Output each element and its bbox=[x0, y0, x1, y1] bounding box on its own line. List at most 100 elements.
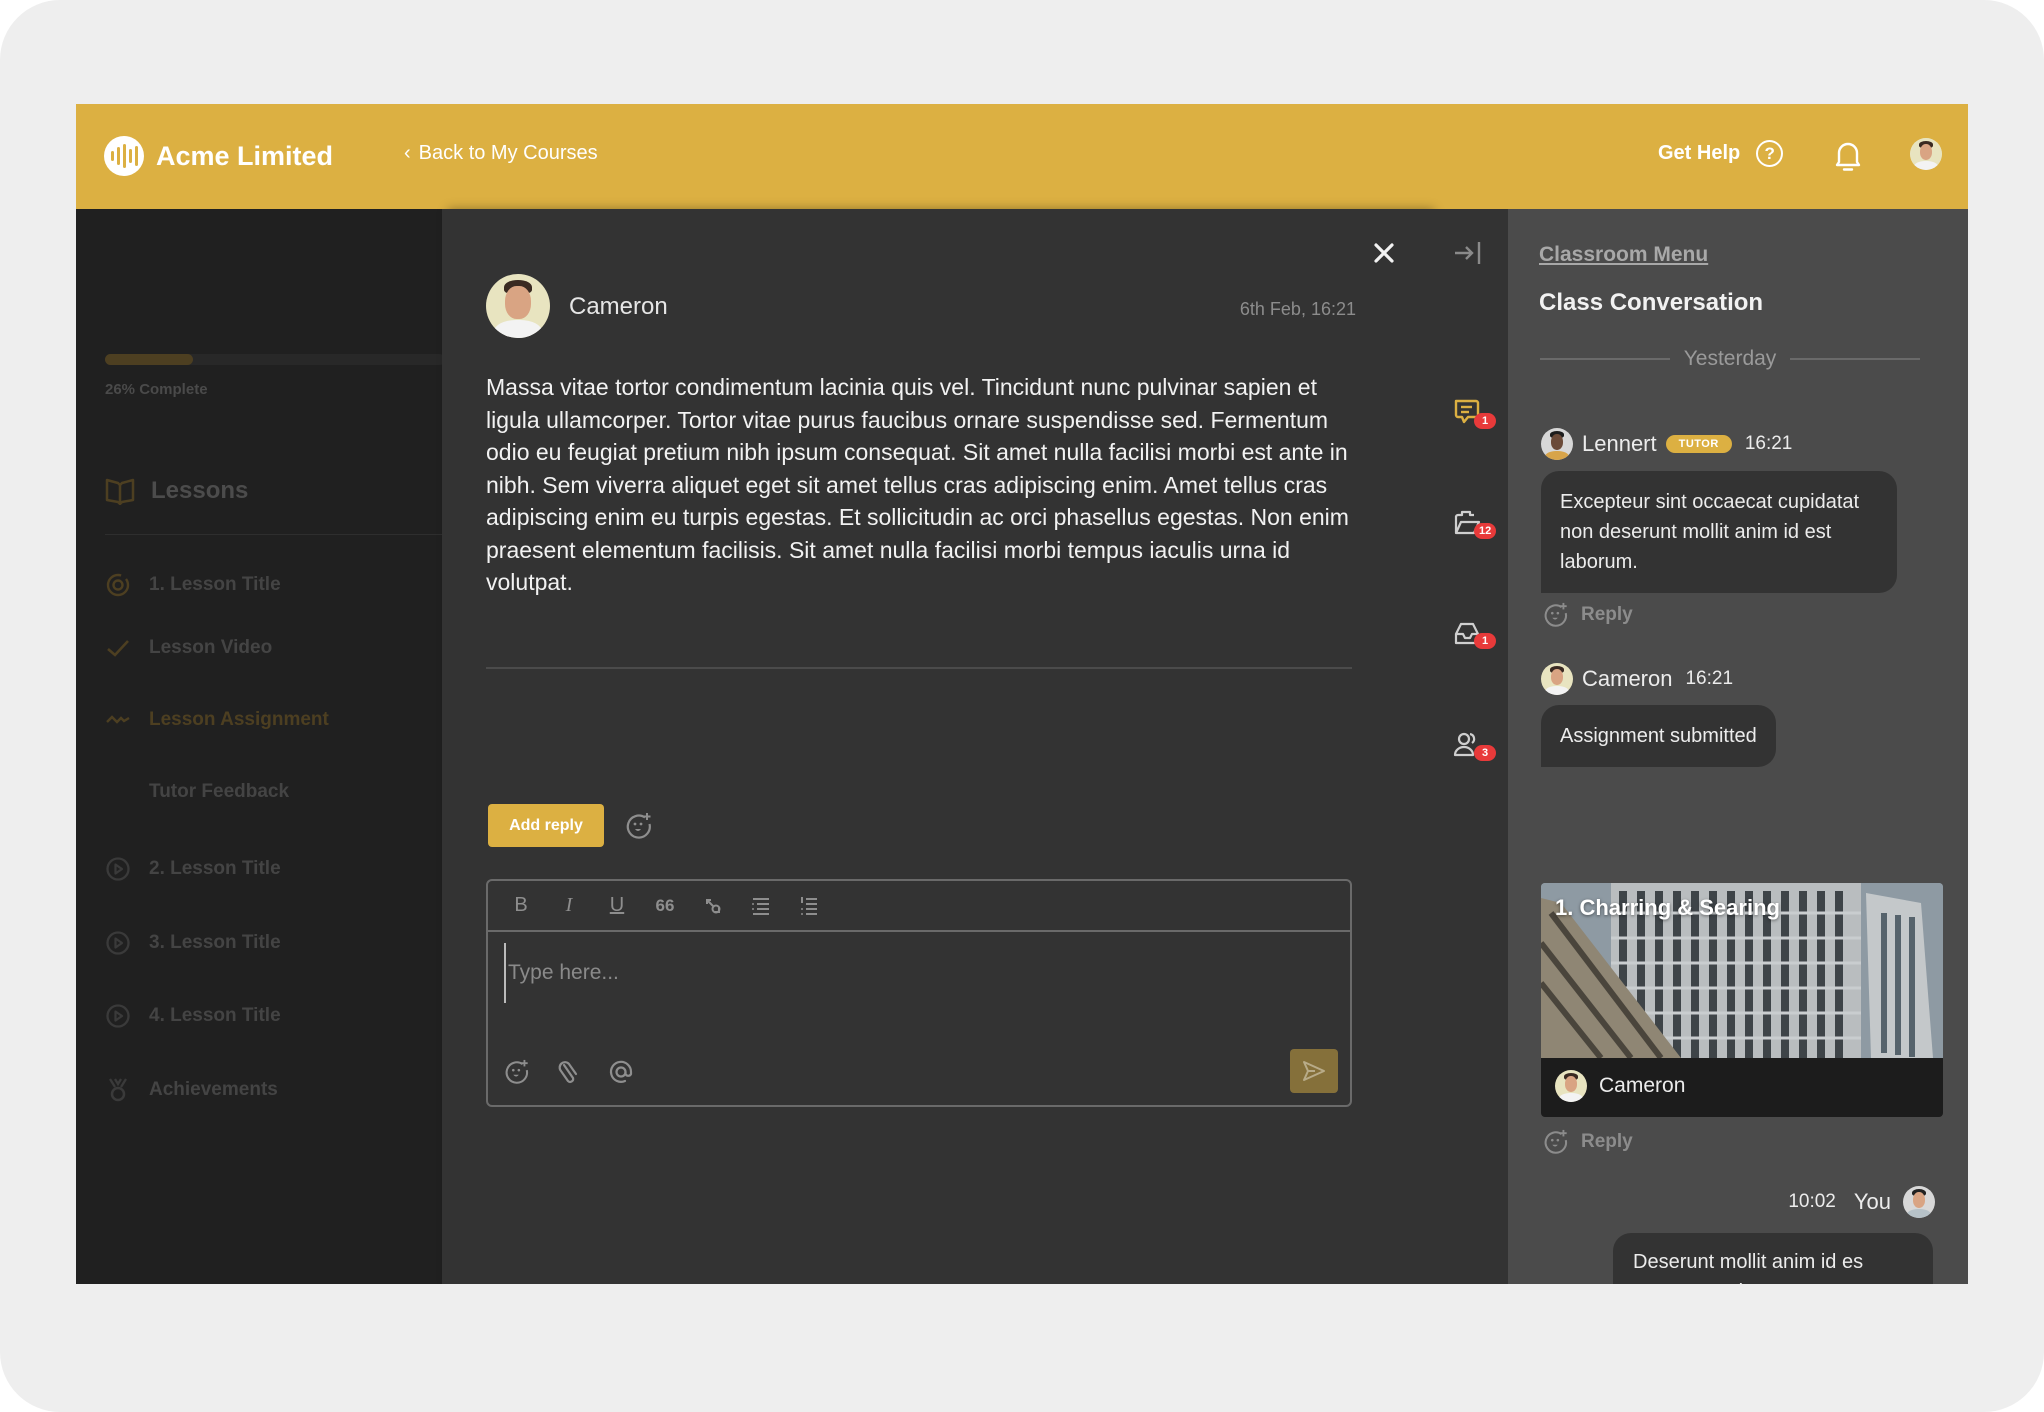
progress-label: 26% Complete bbox=[105, 381, 208, 398]
editor-actions bbox=[502, 1057, 636, 1087]
chevron-left-icon: ‹ bbox=[404, 142, 411, 164]
attachment-author: Cameron bbox=[1599, 1074, 1686, 1097]
post-timestamp: 6th Feb, 16:21 bbox=[1239, 299, 1356, 319]
question-circle-icon: ? bbox=[1756, 140, 1784, 167]
wave-icon bbox=[105, 707, 131, 733]
lessons-heading-label: Lessons bbox=[151, 477, 249, 504]
sidebar-item-label: 2. Lesson Title bbox=[149, 858, 281, 879]
post-detail-panel: Cameron 6th Feb, 16:21 Massa vitae torto… bbox=[442, 209, 1428, 1284]
collapse-panel-icon[interactable] bbox=[1452, 239, 1484, 267]
brand-logo[interactable]: Acme Limited bbox=[104, 136, 333, 176]
notification-badge: 12 bbox=[1474, 523, 1497, 539]
classroom-icon-rail: 1 12 1 3 bbox=[1428, 209, 1508, 1284]
rail-assignments-button[interactable]: 12 bbox=[1452, 507, 1497, 547]
italic-icon[interactable]: I bbox=[554, 891, 584, 921]
add-reaction-icon bbox=[1544, 602, 1568, 627]
bulleted-list-icon[interactable] bbox=[746, 891, 776, 921]
reply-button[interactable]: Reply bbox=[1543, 602, 1633, 628]
rail-conversation-button[interactable]: 1 bbox=[1452, 397, 1496, 437]
sidebar-item-label: Tutor Feedback bbox=[149, 781, 290, 802]
assignment-attachment-card[interactable]: 1. Charring & Searing Cameron bbox=[1541, 883, 1943, 1117]
sidebar-item-label: 1. Lesson Title bbox=[149, 574, 281, 595]
back-to-courses-link[interactable]: ‹ Back to My Courses bbox=[404, 142, 598, 165]
get-help-label: Get Help bbox=[1658, 142, 1741, 164]
avatar bbox=[1555, 1070, 1587, 1102]
sidebar-item-lesson-1[interactable]: 1. Lesson Title bbox=[105, 572, 281, 598]
send-icon bbox=[1303, 1061, 1325, 1081]
mention-icon[interactable] bbox=[606, 1057, 636, 1087]
brand-name: Acme Limited bbox=[156, 140, 334, 171]
message-header: Lennert TUTOR 16:21 bbox=[1541, 428, 1792, 460]
sidebar-item-tutor-feedback[interactable]: Tutor Feedback bbox=[105, 779, 289, 805]
attachment-footer: Cameron bbox=[1555, 1070, 1685, 1102]
play-circle-icon bbox=[105, 1003, 131, 1029]
message-author: Lennert bbox=[1582, 431, 1657, 456]
post-body: Massa vitae tortor condimentum lacinia q… bbox=[486, 374, 1349, 595]
user-avatar[interactable] bbox=[1910, 138, 1942, 170]
check-icon bbox=[105, 635, 131, 661]
sidebar-item-label: 3. Lesson Title bbox=[149, 932, 281, 953]
message-bubble: Deserunt mollit anim id es Excepteur sin… bbox=[1613, 1233, 1933, 1284]
course-progress-bar bbox=[105, 354, 445, 365]
back-link-label: Back to My Courses bbox=[418, 142, 598, 164]
message-time: 10:02 bbox=[1788, 1191, 1836, 1212]
reply-input[interactable] bbox=[504, 943, 1324, 1003]
sidebar-item-lesson-video[interactable]: Lesson Video bbox=[105, 635, 272, 661]
rail-members-button[interactable]: 3 bbox=[1452, 729, 1496, 769]
message-author: You bbox=[1853, 1189, 1891, 1214]
notification-badge: 3 bbox=[1474, 745, 1496, 761]
message-bubble: Excepteur sint occaecat cupidatat non de… bbox=[1541, 471, 1897, 593]
close-icon[interactable] bbox=[1370, 239, 1398, 267]
sidebar-item-label: Lesson Video bbox=[149, 637, 273, 658]
post-divider bbox=[486, 667, 1352, 669]
class-conversation-panel: Classroom Menu Class Conversation Yester… bbox=[1508, 209, 1968, 1284]
avatar bbox=[1541, 663, 1573, 695]
tutor-badge: TUTOR bbox=[1665, 435, 1732, 453]
rail-inbox-button[interactable]: 1 bbox=[1452, 617, 1496, 657]
play-circle-icon bbox=[105, 856, 131, 882]
message-time: 16:21 bbox=[1685, 668, 1734, 689]
add-reaction-icon[interactable] bbox=[625, 812, 653, 840]
reply-label: Reply bbox=[1581, 1131, 1633, 1152]
play-circle-icon bbox=[105, 930, 131, 956]
message-header: 10:02 You bbox=[1788, 1186, 1935, 1218]
attachment-thumbnail: 1. Charring & Searing bbox=[1541, 883, 1943, 1058]
sidebar-item-lesson-3[interactable]: 3. Lesson Title bbox=[105, 930, 281, 956]
reply-button[interactable]: Reply bbox=[1543, 1129, 1633, 1155]
link-icon[interactable] bbox=[698, 891, 728, 921]
sidebar-item-lesson-4[interactable]: 4. Lesson Title bbox=[105, 1003, 281, 1029]
notification-badge: 1 bbox=[1474, 413, 1496, 429]
sidebar-item-lesson-2[interactable]: 2. Lesson Title bbox=[105, 856, 281, 882]
lessons-heading: Lessons bbox=[105, 477, 248, 505]
conversation-title: Class Conversation bbox=[1539, 289, 1764, 316]
sidebar-item-label: 4. Lesson Title bbox=[149, 1005, 281, 1026]
target-icon bbox=[105, 572, 131, 598]
paperclip-icon[interactable] bbox=[554, 1057, 584, 1087]
quote-icon[interactable]: 66 bbox=[650, 891, 680, 921]
get-help-button[interactable]: Get Help ? bbox=[1658, 140, 1784, 167]
medal-icon bbox=[105, 1077, 131, 1103]
sidebar-item-achievements[interactable]: Achievements bbox=[105, 1077, 278, 1103]
add-reaction-icon bbox=[1544, 1129, 1568, 1154]
avatar bbox=[1903, 1186, 1935, 1218]
send-button[interactable] bbox=[1290, 1049, 1338, 1093]
message-author: Cameron bbox=[1582, 666, 1673, 691]
classroom-menu-link[interactable]: Classroom Menu bbox=[1539, 243, 1708, 267]
course-sidebar: 26% Complete Lessons 1. Lesson Title Les… bbox=[76, 209, 445, 1284]
day-divider: Yesterday bbox=[1540, 347, 1920, 371]
course-progress-fill bbox=[105, 354, 194, 365]
notification-badge: 1 bbox=[1474, 633, 1496, 649]
avatar bbox=[1541, 428, 1573, 460]
bell-icon[interactable] bbox=[1834, 140, 1862, 172]
underline-icon[interactable]: U bbox=[602, 891, 632, 921]
top-header: Acme Limited ‹ Back to My Courses Get He… bbox=[76, 104, 1968, 209]
sidebar-item-label: Achievements bbox=[149, 1079, 278, 1100]
post-author-name: Cameron bbox=[569, 293, 668, 320]
day-divider-label: Yesterday bbox=[1683, 347, 1777, 370]
numbered-list-icon[interactable] bbox=[794, 891, 824, 921]
logo-mark-icon bbox=[104, 136, 144, 176]
sidebar-item-lesson-assignment[interactable]: Lesson Assignment bbox=[105, 707, 329, 733]
emoji-icon[interactable] bbox=[502, 1057, 532, 1087]
bold-icon[interactable]: B bbox=[506, 891, 536, 921]
add-reply-button[interactable]: Add reply bbox=[488, 804, 604, 847]
